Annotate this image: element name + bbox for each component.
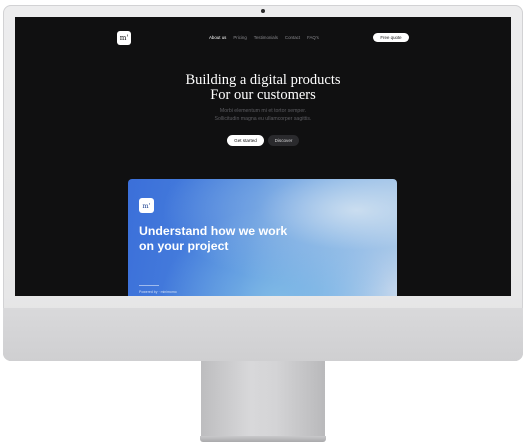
- monitor-stand-base: [200, 436, 326, 442]
- card-logo: m': [139, 198, 154, 213]
- site-logo[interactable]: m': [117, 31, 131, 45]
- hero-subtitle-line-2: Sollicitudin magna eu ullamcorper sagitt…: [214, 116, 312, 122]
- hero-subtitle: Morbi elementum mi et tortor semper. Sol…: [15, 107, 511, 123]
- hero-title-line-2: For our customers: [210, 87, 316, 103]
- screen: m' About us Pricing Testimonials Contact…: [15, 17, 511, 296]
- nav-item-pricing[interactable]: Pricing: [233, 35, 246, 40]
- monitor-stand: [201, 361, 325, 437]
- free-quote-button[interactable]: Free quote: [373, 33, 409, 42]
- monitor-chin: [3, 308, 523, 361]
- card-title: Understand how we work on your project: [139, 224, 287, 253]
- nav-item-contact[interactable]: Contact: [285, 35, 300, 40]
- nav-item-testimonials[interactable]: Testimonials: [254, 35, 278, 40]
- nav-item-faq[interactable]: FAQ's: [307, 35, 319, 40]
- top-nav: About us Pricing Testimonials Contact FA…: [209, 35, 319, 40]
- hero-subtitle-line-1: Morbi elementum mi et tortor semper.: [219, 108, 307, 114]
- nav-item-about[interactable]: About us: [209, 35, 226, 40]
- card-title-line-1: Understand how we work: [139, 224, 288, 238]
- card-footer: Powered by · minimomo: [139, 290, 177, 294]
- card-divider: [139, 285, 159, 286]
- get-started-button[interactable]: Get started: [227, 135, 264, 146]
- feature-card: m' Understand how we work on your projec…: [128, 179, 397, 296]
- hero-title-line-1: Building a digital products: [185, 72, 341, 88]
- discover-button[interactable]: Discover: [268, 135, 299, 146]
- camera-icon: [261, 9, 265, 13]
- hero-title: Building a digital products For our cust…: [15, 73, 511, 103]
- card-title-line-2: on your project: [139, 238, 229, 253]
